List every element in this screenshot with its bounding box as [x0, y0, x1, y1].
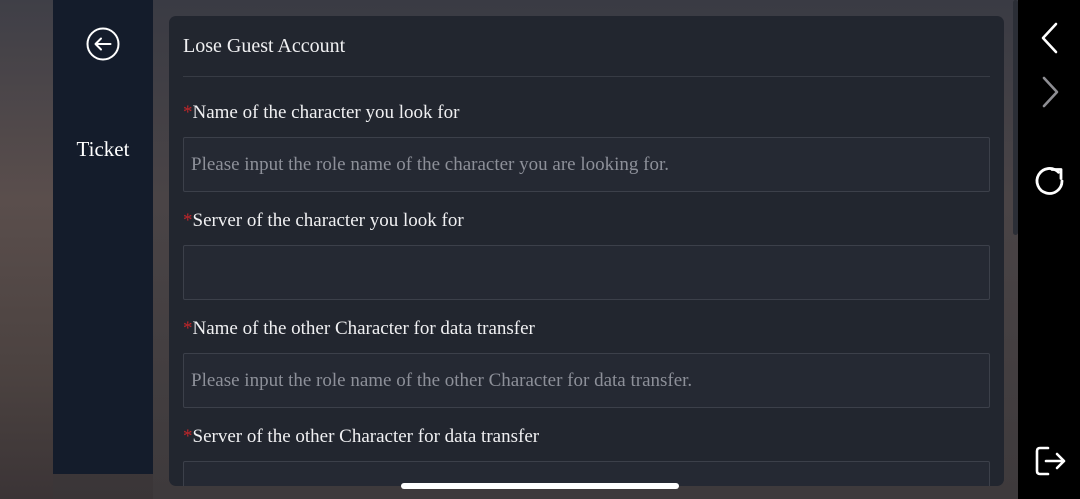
- nav-back-button[interactable]: [1032, 20, 1068, 56]
- browser-nav-bar: [1018, 0, 1080, 499]
- refresh-button[interactable]: [1032, 164, 1068, 200]
- required-asterisk: *: [183, 426, 193, 447]
- refresh-icon: [1035, 167, 1064, 195]
- form-title: Lose Guest Account: [183, 35, 346, 57]
- exit-icon: [1035, 446, 1066, 476]
- back-button[interactable]: [86, 27, 120, 61]
- character-server-input[interactable]: [183, 245, 990, 300]
- chevron-right-icon: [1042, 76, 1059, 108]
- nav-forward-button[interactable]: [1032, 74, 1068, 110]
- field-label-text: Name of the character you look for: [192, 102, 460, 123]
- exit-button[interactable]: [1032, 443, 1068, 479]
- character-name-input[interactable]: [183, 137, 990, 192]
- field-label-text: Name of the other Character for data tra…: [192, 318, 535, 339]
- field-label-transfer-character-server: *Server of the other Character for data …: [183, 426, 539, 448]
- sidebar: Ticket: [53, 0, 153, 474]
- field-label-character-name: *Name of the character you look for: [183, 102, 459, 124]
- background-left: [0, 0, 53, 499]
- home-indicator[interactable]: [401, 483, 679, 489]
- field-label-text: Server of the character you look for: [192, 210, 464, 231]
- chevron-left-icon: [1041, 22, 1058, 54]
- required-asterisk: *: [183, 318, 193, 339]
- title-divider: [183, 76, 990, 77]
- required-asterisk: *: [183, 102, 193, 123]
- field-label-text: Server of the other Character for data t…: [192, 426, 540, 447]
- required-asterisk: *: [183, 210, 193, 231]
- transfer-character-name-input[interactable]: [183, 353, 990, 408]
- ticket-form-panel: Lose Guest Account *Name of the characte…: [169, 16, 1004, 486]
- sidebar-item-ticket[interactable]: Ticket: [53, 137, 153, 162]
- field-label-transfer-character-name: *Name of the other Character for data tr…: [183, 318, 535, 340]
- field-label-character-server: *Server of the character you look for: [183, 210, 464, 232]
- circle-arrow-left-icon: [86, 27, 120, 61]
